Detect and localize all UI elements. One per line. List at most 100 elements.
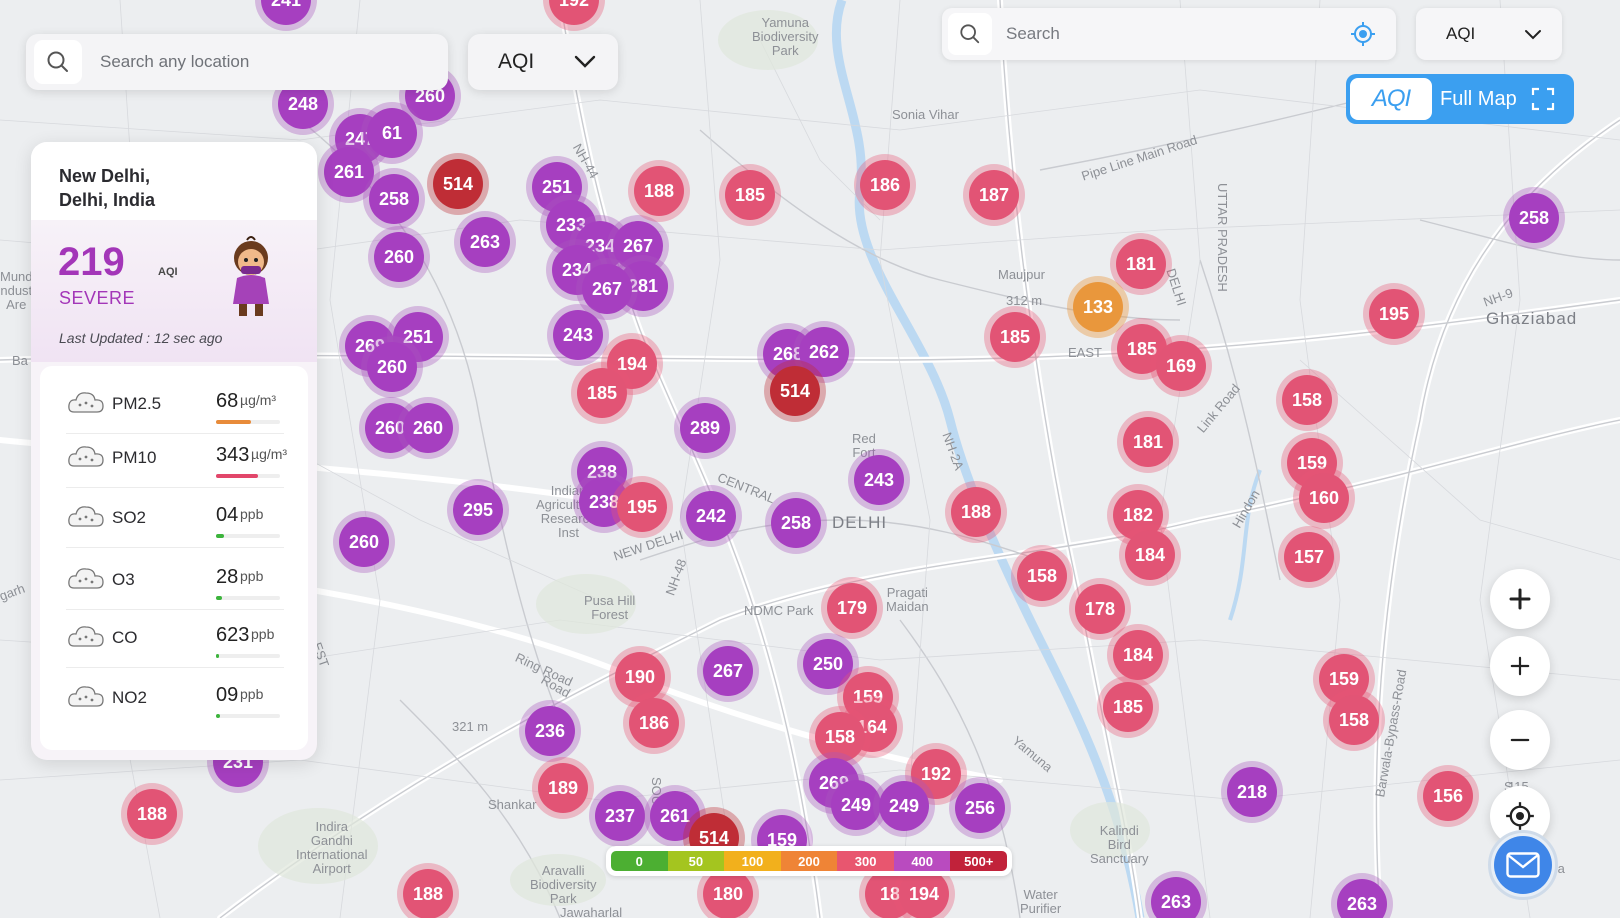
aqi-marker[interactable]: 236 [519, 700, 581, 762]
map-metric-value: AQI [1446, 24, 1476, 43]
full-map-label: Full Map [1440, 87, 1517, 110]
aqi-marker-value: 258 [369, 174, 419, 224]
aqi-marker[interactable]: 263 [1145, 871, 1207, 918]
aqi-marker[interactable]: 189 [532, 757, 594, 819]
aqi-marker[interactable]: 158 [1323, 689, 1385, 751]
pollutant-unit: ppb [251, 626, 275, 642]
pollutant-value: 623 [216, 624, 250, 646]
aqi-marker[interactable]: 169 [1150, 335, 1212, 397]
aqi-marker-value: 263 [1151, 877, 1201, 918]
map-metric-selector[interactable]: AQI [1416, 8, 1562, 60]
so2-cloud-icon [68, 506, 104, 527]
aqi-marker[interactable]: 188 [397, 863, 459, 918]
aqi-marker[interactable]: 160 [1293, 467, 1355, 529]
aqi-marker[interactable]: 289 [674, 397, 736, 459]
mascot-icon [233, 236, 269, 316]
aqi-marker-value: 188 [403, 869, 453, 918]
aqi-marker[interactable]: 185 [571, 362, 633, 424]
expand-icon [1531, 87, 1554, 111]
aqi-marker-value: 185 [1103, 682, 1153, 732]
aqi-marker-value: 237 [595, 791, 645, 841]
metric-selector[interactable]: AQI [468, 34, 618, 90]
aqi-marker[interactable]: 243 [848, 449, 910, 511]
pollutant-value: 68 [216, 390, 239, 412]
pollutant-name: O3 [112, 570, 135, 589]
locate-target-icon[interactable] [1350, 21, 1376, 47]
aqi-marker[interactable]: 188 [121, 783, 183, 845]
aqi-marker[interactable]: 514 [427, 153, 489, 215]
aqi-marker[interactable]: 185 [984, 306, 1046, 368]
pm10-cloud-icon [68, 446, 104, 467]
map-search[interactable]: Search [942, 8, 1396, 60]
aqi-marker[interactable]: 267 [697, 640, 759, 702]
aqi-marker[interactable]: 186 [623, 692, 685, 754]
pollutant-value: 28 [216, 566, 239, 588]
aqi-marker-value: 195 [1369, 289, 1419, 339]
aqi-marker-value: 263 [460, 217, 510, 267]
aqi-marker-value: 258 [1509, 193, 1559, 243]
aqi-marker[interactable]: 260 [397, 397, 459, 459]
aqi-marker[interactable]: 243 [547, 304, 609, 366]
aqi-marker[interactable]: 188 [945, 481, 1007, 543]
aqi-marker[interactable]: 195 [611, 476, 673, 538]
pollutant-row-no2: NO2 09 ppb [40, 668, 308, 728]
aqi-marker[interactable]: 185 [719, 164, 781, 226]
aqi-marker[interactable]: 295 [447, 479, 509, 541]
aqi-marker[interactable]: 192 [543, 0, 605, 31]
aqi-marker-value: 260 [403, 403, 453, 453]
legend-segment: 0 [611, 851, 668, 871]
search-icon [948, 13, 992, 55]
aqi-marker-value: 185 [725, 170, 775, 220]
pollutant-unit: µg/m³ [240, 392, 277, 408]
map-search-placeholder: Search [1006, 24, 1060, 43]
contact-mail-button[interactable] [1488, 830, 1558, 900]
aqi-marker[interactable]: 184 [1119, 524, 1181, 586]
aqi-marker-value: 260 [374, 232, 424, 282]
zoom-out-button[interactable] [1490, 710, 1550, 770]
location-search[interactable]: Search any location [26, 34, 448, 90]
aqi-marker[interactable]: 186 [854, 154, 916, 216]
aqi-marker-value: 188 [951, 487, 1001, 537]
aqi-marker[interactable]: 258 [363, 168, 425, 230]
aqi-marker[interactable]: 241 [255, 0, 317, 31]
aqi-marker[interactable]: 260 [368, 226, 430, 288]
aqi-marker[interactable]: 158 [1276, 369, 1338, 431]
search-icon [34, 40, 82, 84]
add-button[interactable] [1490, 569, 1550, 629]
aqi-marker[interactable]: 258 [765, 492, 827, 554]
legend-segment: 400 [893, 851, 951, 871]
legend-segment: 500+ [950, 851, 1007, 871]
aqi-marker[interactable]: 260 [333, 511, 395, 573]
aqi-marker[interactable]: 187 [963, 164, 1025, 226]
aqi-marker[interactable]: 237 [589, 785, 651, 847]
aqi-marker-value: 158 [1017, 551, 1067, 601]
aqi-marker[interactable]: 158 [1011, 545, 1073, 607]
pollutant-row-co: CO 623 ppb [40, 608, 308, 668]
aqi-marker-value: 185 [577, 368, 627, 418]
aqi-marker[interactable]: 218 [1221, 761, 1283, 823]
aqi-marker[interactable]: 260 [361, 336, 423, 398]
aqi-marker[interactable]: 249 [873, 775, 935, 837]
aqi-marker-value: 185 [990, 312, 1040, 362]
aqi-value: 219 [58, 240, 125, 284]
aqi-marker[interactable]: 242 [680, 485, 742, 547]
plus-icon [1509, 588, 1531, 610]
aqi-marker[interactable]: 188 [628, 160, 690, 222]
aqi-marker[interactable]: 179 [821, 577, 883, 639]
full-map-button[interactable]: AQI Full Map [1346, 74, 1574, 124]
aqi-marker[interactable]: 263 [1331, 873, 1393, 918]
aqi-marker[interactable]: 156 [1417, 765, 1479, 827]
aqi-marker[interactable]: 157 [1278, 526, 1340, 588]
aqi-marker[interactable]: 263 [454, 211, 516, 273]
pollutant-row-so2: SO2 04 ppb [40, 488, 308, 548]
pollutant-level-bar [216, 596, 280, 600]
aqi-marker[interactable]: 258 [1503, 187, 1565, 249]
aqi-marker[interactable]: 514 [764, 360, 826, 422]
minus-icon [1510, 738, 1530, 742]
aqi-marker[interactable]: 195 [1363, 283, 1425, 345]
aqi-marker[interactable]: 256 [949, 777, 1011, 839]
aqi-marker[interactable]: 181 [1117, 411, 1179, 473]
zoom-in-button[interactable] [1490, 636, 1550, 696]
aqi-marker-value: 258 [771, 498, 821, 548]
aqi-marker[interactable]: 185 [1097, 676, 1159, 738]
